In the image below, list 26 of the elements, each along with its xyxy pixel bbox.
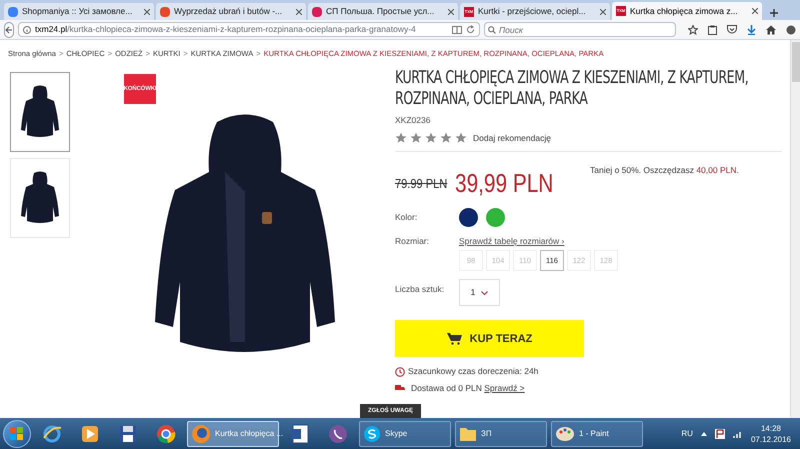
taskbar-button[interactable]: 1 - Paint [551, 420, 643, 446]
price: 39,99 PLN [455, 170, 554, 196]
url-text: txm24.pl/kurtka-chlopieca-zimowa-z-kieszeniami-z-kapturem-rozpinana-ocieplana-parka-granatowy-4 [35, 23, 417, 36]
size-chart-link[interactable]: Sprawdź tabelę rozmiarów › [459, 234, 564, 248]
browser-tab[interactable]: Shopmaniya :: Усі замовле... [4, 3, 154, 20]
product-title: KURTKA CHŁOPIĘCA ZIMOWA Z KIESZENIAMI, Z KAPTUREM, ROZPINANA, OCIEPLANA, PARKA [395, 68, 750, 110]
clock[interactable]: 14:28 07.12.2016 [750, 422, 791, 444]
taskbar-button[interactable]: Skype [359, 420, 451, 446]
buy-now-button[interactable]: KUP TERAZ [395, 320, 584, 358]
quantity-select[interactable]: 1 [459, 279, 500, 306]
language-indicator[interactable]: RU [681, 428, 693, 440]
product-code: XKZ0236 [395, 114, 432, 127]
search-field[interactable]: Поиск [484, 22, 676, 37]
quantity-label: Liczba sztuk: [395, 283, 446, 296]
browser-tab[interactable]: Wyprzedaż ubrań i butów -... [156, 3, 306, 20]
discount-text: Taniej o 50%. Oszczędzasz 40,00 PLN. [590, 164, 739, 177]
shipping-text: Dostawa od 0 PLN Sprawdź > [411, 382, 525, 395]
size-label: Rozmiar: [395, 234, 430, 248]
browser-tab[interactable]: СП Польша. Простые усл... [308, 3, 458, 20]
taskbar-button[interactable]: ЗП [455, 420, 547, 446]
old-price: 79.99 PLN [395, 175, 446, 193]
delivery-time: Szacunkowy czas doreczenia: 24h [408, 365, 538, 378]
shipping-link[interactable]: Sprawdź > [484, 383, 525, 393]
recommend-link[interactable]: Dodaj rekomendację [473, 132, 551, 144]
address-bar[interactable]: txm24.pl/kurtka-chlopieca-zimowa-z-kieszeniami-z-kapturem-rozpinana-ocieplana-parka-granatowy-4 [18, 22, 480, 37]
color-label: Kolor: [395, 210, 418, 224]
